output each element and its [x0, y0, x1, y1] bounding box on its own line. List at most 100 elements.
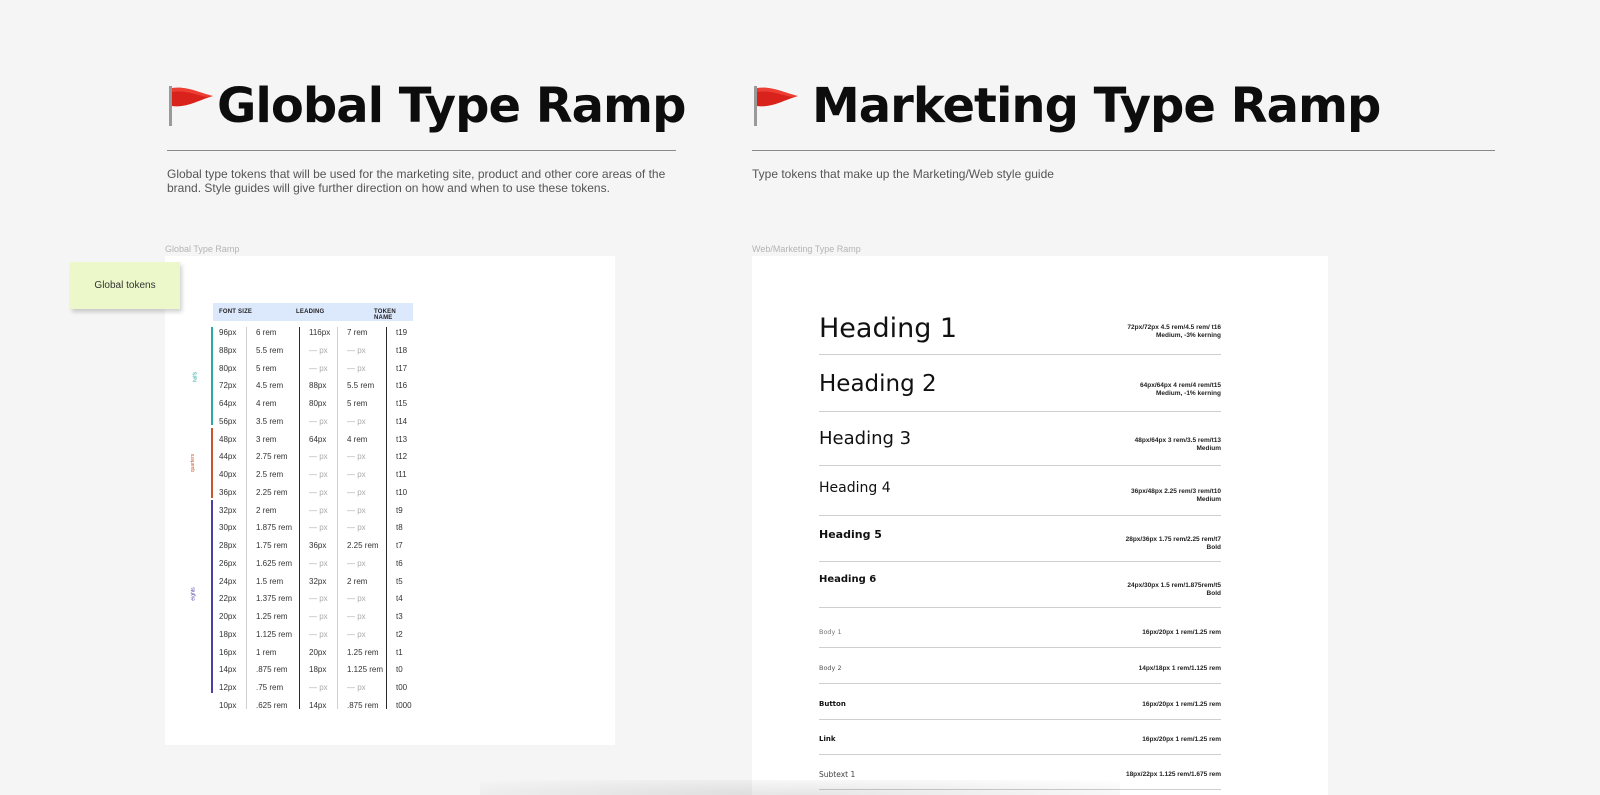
type-style-row: Body 1 16px/20px 1 rem/1.25 rem [819, 622, 1221, 648]
type-style-spec-weight: Bold [1206, 590, 1221, 597]
cell-leading-px: — px [309, 487, 328, 497]
marketing-type-ramp-title: Marketing Type Ramp [812, 78, 1381, 134]
cell-token-name: t4 [396, 594, 403, 604]
table-row: 96px 6 rem 116px 7 rem t19 [219, 324, 419, 342]
type-style-spec: 16px/20px 1 rem/1.25 rem [1142, 736, 1221, 744]
group-label-halfs: halfs [192, 371, 199, 383]
type-style-divider [819, 561, 1221, 562]
cell-token-name: t19 [396, 328, 408, 337]
cell-font-size-px: 14px [219, 665, 237, 675]
cell-token-name: t000 [396, 700, 412, 710]
type-style-name: Heading 1 [819, 313, 958, 344]
type-style-spec-size: 24px/30px 1.5 rem/1.875rem/t5 [1127, 582, 1221, 589]
cell-font-size-px: 10px [219, 700, 237, 710]
type-style-spec-size: 14px/18px 1 rem/1.125 rem [1138, 665, 1221, 672]
cell-leading-rem: — px [347, 558, 366, 568]
cell-leading-px: 14px [309, 700, 327, 710]
type-style-spec: 48px/64px 3 rem/3.5 rem/t13 Medium [1135, 437, 1221, 453]
cell-font-size-px: 28px [219, 541, 237, 550]
cell-font-size-rem: 1.875 rem [256, 523, 293, 533]
title-divider [752, 150, 1495, 151]
cell-leading-px: — px [309, 505, 328, 515]
type-style-name: Heading 4 [819, 480, 891, 496]
type-style-spec-weight: Medium, -1% kerning [1155, 389, 1221, 397]
type-style-spec-size: 16px/20px 1 rem/1.25 rem [1142, 701, 1221, 708]
type-style-spec: 72px/72px 4.5 rem/4.5 rem/ t16 Medium, -3… [1127, 324, 1221, 340]
global-type-ramp-title: Global Type Ramp [217, 78, 686, 134]
cell-font-size-px: 26px [219, 558, 237, 568]
cell-font-size-px: 24px [219, 576, 237, 586]
cell-token-name: t3 [396, 612, 403, 621]
cell-font-size-px: 20px [219, 612, 237, 621]
type-style-divider [819, 607, 1221, 608]
cell-font-size-rem: 1.25 rem [256, 612, 288, 621]
cell-leading-rem: — px [347, 363, 366, 373]
cell-font-size-px: 64px [219, 399, 237, 408]
cell-leading-rem: — px [347, 612, 366, 621]
cell-font-size-rem: 2 rem [256, 505, 277, 515]
table-row: 56px 3.5 rem — px — px t14 [219, 413, 419, 431]
type-style-name: Heading 5 [819, 528, 882, 541]
type-style-divider [819, 411, 1221, 412]
cell-leading-rem: — px [347, 523, 366, 533]
cell-leading-rem: 2.25 rem [347, 541, 379, 550]
cell-token-name: t16 [396, 381, 408, 391]
cell-font-size-rem: 1.625 rem [256, 558, 293, 568]
type-style-divider [819, 354, 1221, 355]
title-divider [167, 150, 676, 151]
cell-leading-px: — px [309, 416, 328, 426]
cell-leading-px: — px [309, 345, 328, 355]
cell-leading-px: — px [309, 523, 328, 533]
type-style-spec: 24px/30px 1.5 rem/1.875rem/t5 Bold [1127, 582, 1221, 598]
marketing-description: Type tokens that make up the Marketing/W… [752, 167, 1054, 181]
cell-leading-rem: — px [347, 487, 366, 497]
header-font-size: FONT SIZE [219, 309, 253, 315]
sticky-note-text: Global tokens [94, 280, 156, 291]
type-style-row: Heading 6 24px/30px 1.5 rem/1.875rem/t5 Bo… [819, 574, 1221, 608]
cell-token-name: t0 [396, 665, 403, 675]
cell-leading-rem: — px [347, 629, 366, 639]
cell-font-size-rem: 4 rem [256, 399, 277, 408]
table-row: 16px 1 rem 20px 1.25 rem t1 [219, 644, 419, 662]
cell-font-size-rem: 2.5 rem [256, 470, 284, 479]
cell-font-size-rem: 1.5 rem [256, 576, 284, 586]
table-row: 26px 1.625 rem — px — px t6 [219, 555, 419, 573]
cell-font-size-px: 72px [219, 381, 237, 391]
group-bar-halfs [211, 327, 213, 425]
type-style-row: Button 16px/20px 1 rem/1.25 rem [819, 694, 1221, 720]
cell-font-size-px: 48px [219, 434, 237, 444]
cell-leading-rem: 1.125 rem [347, 665, 384, 675]
cell-token-name: t18 [396, 345, 408, 355]
table-row: 32px 2 rem — px — px t9 [219, 502, 419, 520]
sticky-note[interactable]: Global tokens [70, 262, 180, 309]
table-row: 24px 1.5 rem 32px 2 rem t5 [219, 573, 419, 591]
frame-label-marketing[interactable]: Web/Marketing Type Ramp [752, 244, 861, 254]
red-flag-icon [752, 84, 800, 128]
type-style-name: Button [819, 700, 846, 708]
table-row: 40px 2.5 rem — px — px t11 [219, 466, 419, 484]
cell-leading-px: — px [309, 594, 328, 604]
cell-leading-px: — px [309, 363, 328, 373]
cell-font-size-rem: 5 rem [256, 363, 277, 373]
cell-token-name: t1 [396, 647, 403, 657]
type-style-name: Body 2 [819, 664, 842, 672]
cell-leading-px: — px [309, 683, 328, 692]
type-style-row: Heading 4 36px/48px 2.25 rem/3 rem/t10 Med… [819, 480, 1221, 516]
type-style-spec-weight: Medium [1196, 496, 1221, 503]
type-style-spec-weight: Medium, -3% kerning [1155, 332, 1221, 339]
type-style-row: Heading 2 64px/64px 4 rem/4 rem/t15 Medium… [819, 371, 1221, 412]
cell-font-size-px: 16px [219, 647, 237, 657]
type-style-spec-weight: Medium [1196, 445, 1221, 452]
cell-font-size-rem: .75 rem [256, 683, 284, 692]
table-row: 10px .625 rem 14px .875 rem t000 [219, 697, 419, 715]
cell-leading-px: 88px [309, 381, 327, 391]
canvas-shadow [480, 780, 1120, 795]
cell-leading-rem: 5.5 rem [347, 381, 375, 391]
header-leading: LEADING [296, 309, 325, 315]
cell-font-size-rem: 1.75 rem [256, 541, 288, 550]
frame-label-global[interactable]: Global Type Ramp [165, 244, 239, 254]
table-row: 22px 1.375 rem — px — px t4 [219, 590, 419, 608]
cell-token-name: t9 [396, 505, 403, 515]
cell-font-size-rem: 2.75 rem [256, 452, 288, 462]
type-style-name: Heading 6 [819, 574, 877, 585]
